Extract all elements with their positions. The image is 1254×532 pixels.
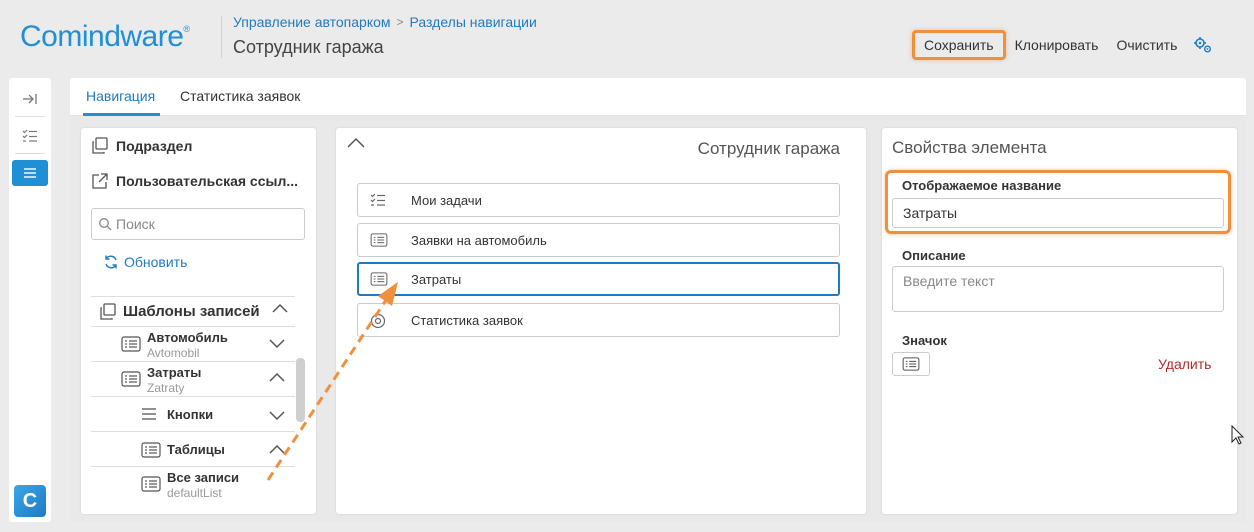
settings-gears-icon[interactable] [1190,32,1216,58]
list-icon [121,336,141,352]
list-icon [141,476,161,492]
list-icon [141,442,161,458]
breadcrumb: Управление автопарком > Разделы навигаци… [233,14,537,30]
display-name-field[interactable]: Затраты [892,198,1224,228]
clone-button[interactable]: Клонировать [1006,31,1108,59]
search-icon [99,218,112,231]
clear-button[interactable]: Очистить [1107,31,1186,59]
nav-item-my-tasks[interactable]: Мои задачи [357,183,840,217]
nav-item-expenses[interactable]: Затраты [357,262,840,296]
record-templates-header[interactable]: Шаблоны записей [91,296,295,326]
tree-item-subtitle: Avtomobil [147,346,200,360]
elements-panel: Подраздел Пользовательская ссыл... Поиск… [81,128,316,514]
description-label: Описание [902,248,966,263]
copy-icon [100,302,116,320]
rail-divider [15,153,45,154]
header-actions: Сохранить Клонировать Очистить [912,30,1216,60]
tree-item-title: Таблицы [167,442,225,457]
page-title: Сотрудник гаража [233,37,384,57]
nav-item-label: Затраты [411,272,462,287]
nav-item-label: Заявки на автомобиль [411,233,547,248]
tree-item-title: Кнопки [167,407,214,422]
properties-title: Свойства элемента [892,138,1047,157]
main-area: Навигация Статистика заявок Подраздел По… [70,78,1246,522]
workspace: Подраздел Пользовательская ссыл... Поиск… [70,116,1246,522]
refresh-button[interactable]: Обновить [103,254,187,270]
save-button[interactable]: Сохранить [912,30,1006,60]
nav-item-label: Мои задачи [411,193,482,208]
display-name-label: Отображаемое название [902,178,1062,193]
tree-item-tables[interactable]: Таблицы [91,431,295,466]
header-divider [221,16,222,58]
tab-request-statistics[interactable]: Статистика заявок [180,88,300,104]
delete-button[interactable]: Удалить [1158,356,1211,372]
nav-item-car-requests[interactable]: Заявки на автомобиль [357,223,840,257]
element-properties-panel: Свойства элемента Отображаемое название … [882,128,1237,514]
navigation-structure-panel: Сотрудник гаража Мои задачи Заявки на ав… [336,128,866,514]
tasks-icon[interactable] [12,123,48,149]
tree-item-title: Все записи [167,470,240,485]
section-title: Сотрудник гаража [697,139,840,158]
tab-navigation[interactable]: Навигация [86,88,155,104]
menu-icon [142,408,156,420]
breadcrumb-link-fleet[interactable]: Управление автопарком [233,14,391,30]
nav-item-request-statistics[interactable]: Статистика заявок [357,303,840,337]
menu-icon[interactable] [12,160,48,186]
description-field[interactable]: Введите текст [892,266,1224,312]
tasks-icon [370,193,385,206]
tree-item-expenses[interactable]: Затраты Zatraty [91,361,295,396]
tree-item-title: Затраты [147,365,202,380]
list-icon [121,371,141,387]
tree-item-buttons[interactable]: Кнопки [91,396,295,431]
subsection-item[interactable]: Подраздел [91,137,192,155]
external-link-icon [92,173,108,189]
list-icon [370,233,388,247]
chevron-up-icon [269,372,285,382]
side-rail: C [9,78,51,522]
tree-item-all-records[interactable]: Все записи defaultList [91,466,295,501]
icon-label: Значок [902,333,947,348]
expand-rail-icon[interactable] [12,86,48,112]
chevron-up-icon [269,444,285,454]
search-input[interactable]: Поиск [91,208,305,240]
chevron-down-icon [269,411,285,421]
tab-bar: Навигация Статистика заявок [70,78,1246,116]
list-icon [370,272,388,286]
chevron-up-icon[interactable] [346,136,366,150]
chart-icon [370,313,386,329]
rail-divider [15,116,45,117]
copy-icon [92,137,108,154]
icon-picker-button[interactable] [892,352,930,376]
tree-item-car[interactable]: Автомобиль Avtomobil [91,326,295,361]
tree-scrollbar[interactable] [296,358,305,422]
custom-link-item[interactable]: Пользовательская ссыл... [91,172,298,190]
app-logo-icon[interactable]: C [14,485,46,517]
tree-item-subtitle: Zatraty [147,381,185,395]
tree-item-title: Автомобиль [147,330,228,345]
breadcrumb-link-nav-sections[interactable]: Разделы навигации [410,14,537,30]
nav-item-label: Статистика заявок [411,313,523,328]
breadcrumb-separator: > [396,15,404,29]
app-header: Comindware® Управление автопарком > Разд… [0,0,1254,72]
refresh-icon [105,255,117,269]
chevron-up-icon [272,303,288,313]
search-placeholder: Поиск [116,216,155,232]
chevron-down-icon [269,339,285,349]
tree-item-subtitle: defaultList [167,486,222,500]
list-icon [902,357,920,371]
comindware-logo[interactable]: Comindware® [20,20,190,54]
